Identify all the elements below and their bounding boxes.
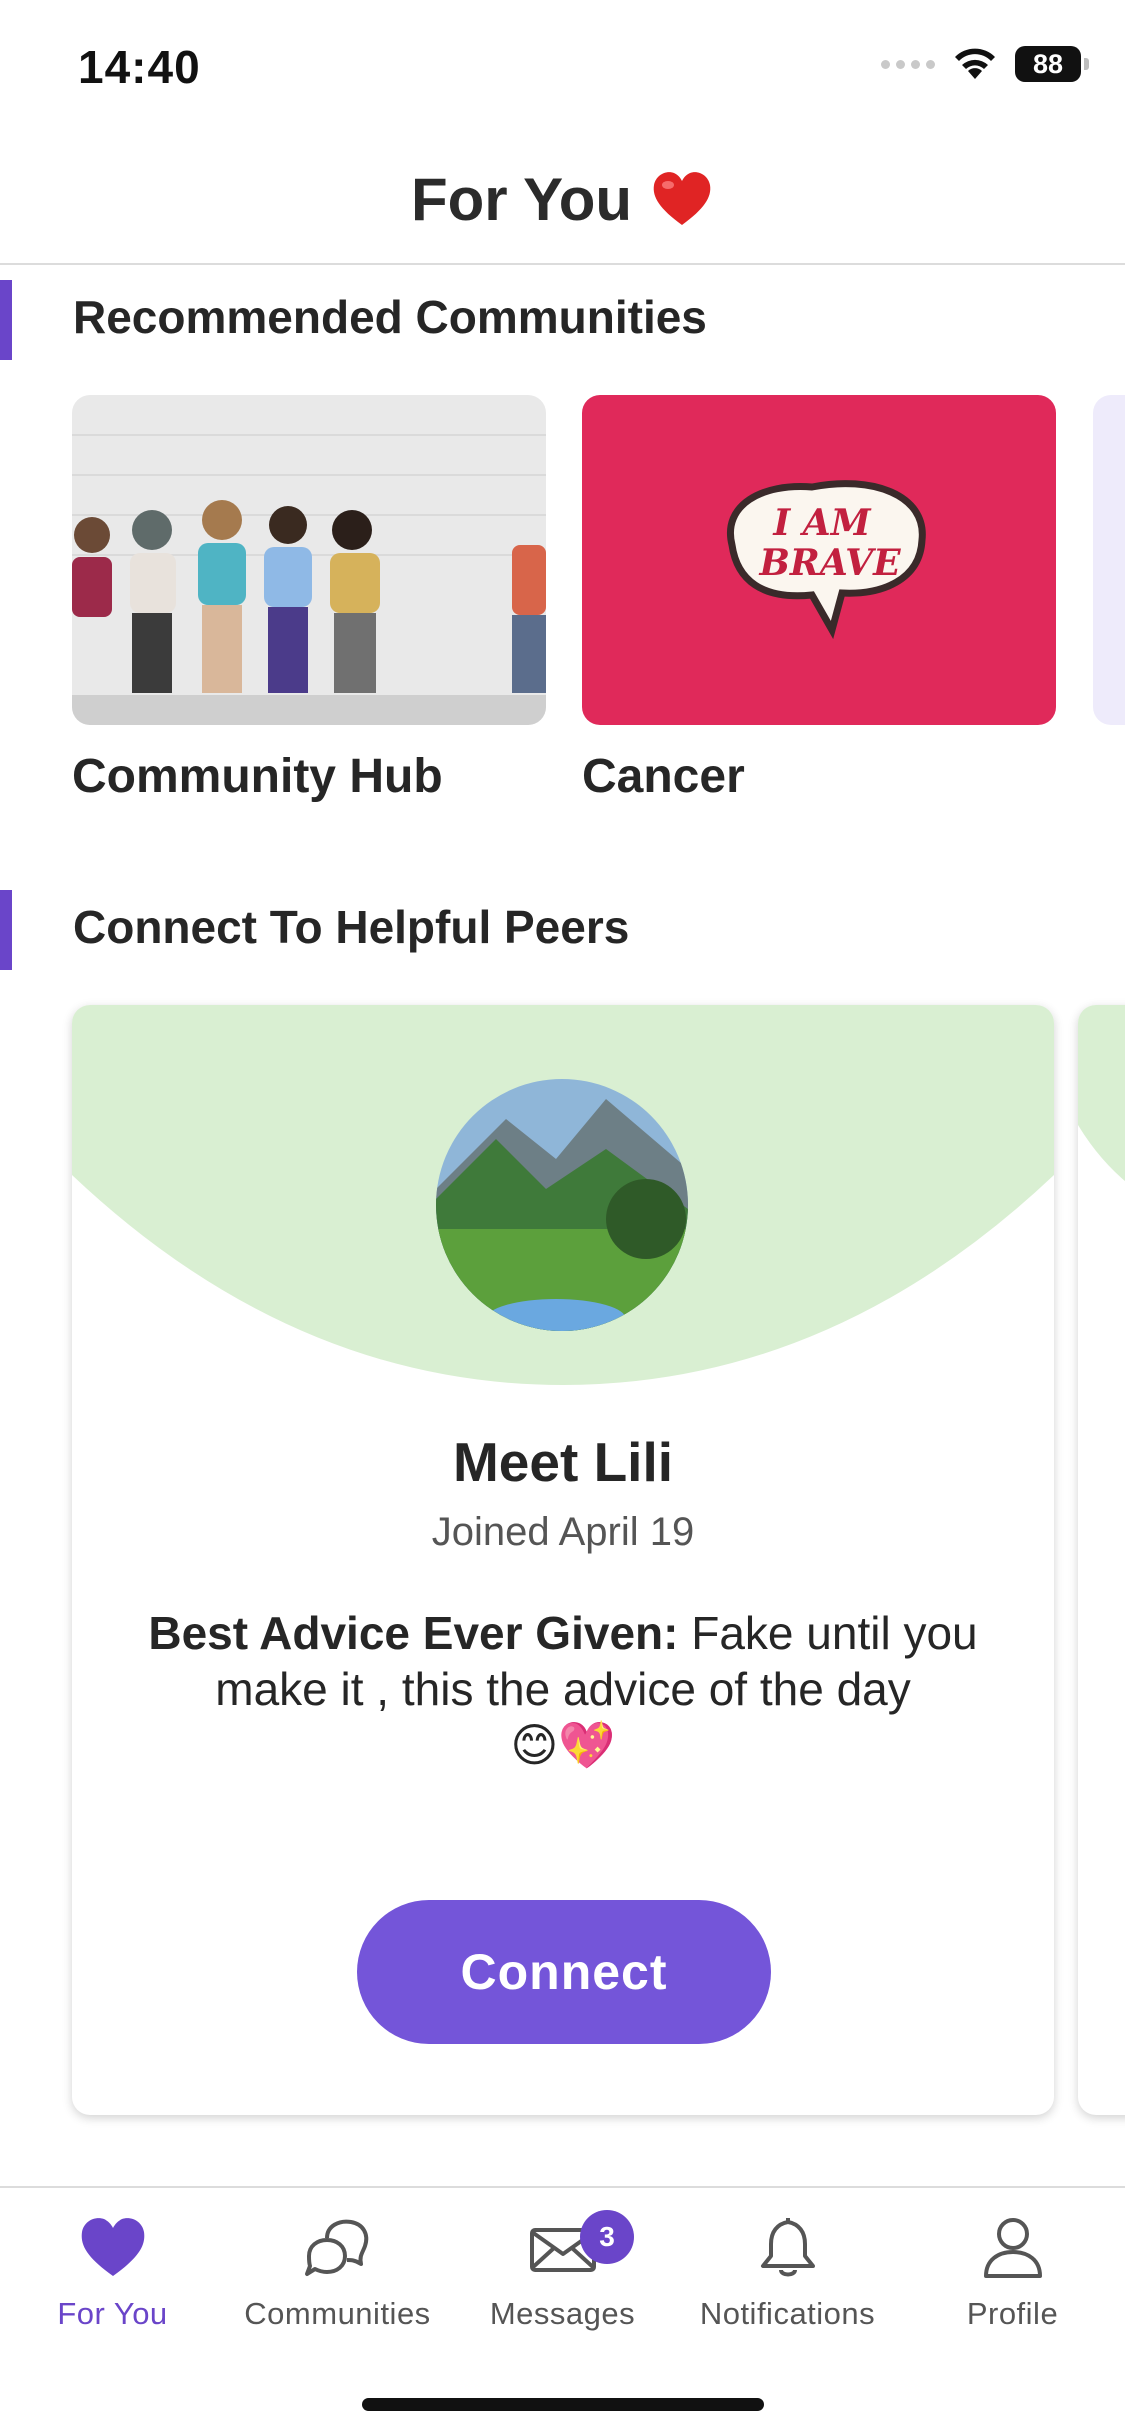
peer-joined-date: Joined April 19 [431, 1510, 695, 1554]
tab-communities[interactable]: Communities [225, 2210, 450, 2360]
page-header: For You [0, 135, 1125, 265]
connect-button[interactable]: Connect [357, 1900, 771, 2044]
pin-text-line1: I AM [772, 502, 871, 544]
chat-bubbles-icon [304, 2219, 368, 2276]
community-card-cancer[interactable]: I AM BRAVE Cancer [582, 395, 1056, 804]
wifi-icon [955, 48, 995, 79]
tab-profile[interactable]: Profile [900, 2210, 1125, 2360]
section-accent-bar [0, 890, 12, 970]
heart-icon [81, 2218, 144, 2276]
community-name: Community Hub [72, 750, 443, 803]
tab-label: Communities [244, 2296, 431, 2331]
peer-card-peek[interactable] [1078, 1005, 1125, 2115]
page-title: For You [410, 165, 633, 233]
community-name: Cancer [582, 750, 745, 803]
tab-for-you[interactable]: For You [0, 2210, 225, 2360]
tab-messages[interactable]: 3 Messages [450, 2210, 675, 2360]
person-icon [983, 2218, 1042, 2278]
status-icons: 88 [881, 46, 1089, 82]
home-indicator [362, 2398, 764, 2411]
helpful-peers-title: Connect To Helpful Peers [73, 901, 630, 953]
cancer-image: I AM BRAVE [582, 395, 1056, 725]
tab-label: For You [57, 2296, 168, 2331]
red-heart-icon [653, 172, 711, 225]
tab-label: Profile [966, 2296, 1059, 2331]
peer-name: Meet Lili [452, 1431, 674, 1493]
community-card-community-hub[interactable]: Community Hub [72, 395, 546, 804]
status-time: 14:40 [78, 41, 201, 93]
status-bar: 14:40 88 [0, 0, 1125, 135]
cellular-signal-icon [881, 59, 935, 69]
tab-label: Notifications [699, 2296, 876, 2331]
bell-icon [760, 2218, 815, 2277]
battery-indicator: 88 [1015, 46, 1089, 82]
community-card-peek[interactable] [1093, 395, 1125, 725]
avatar[interactable] [422, 1065, 702, 1345]
messages-badge: 3 [580, 2210, 634, 2264]
recommended-communities-title: Recommended Communities [73, 291, 707, 343]
section-accent-bar [0, 280, 12, 360]
peer-advice: Best Advice Ever Given: Fake until you m… [132, 1605, 994, 1773]
pin-text-line2: BRAVE [758, 542, 901, 584]
community-hub-image [72, 395, 546, 725]
peer-card: Meet Lili Joined April 19 Best Advice Ev… [72, 1005, 1054, 2115]
advice-emojis: 😊💖 [510, 1719, 616, 1771]
advice-label: Best Advice Ever Given: [148, 1607, 679, 1659]
tab-label: Messages [489, 2296, 636, 2331]
tab-notifications[interactable]: Notifications [675, 2210, 900, 2360]
